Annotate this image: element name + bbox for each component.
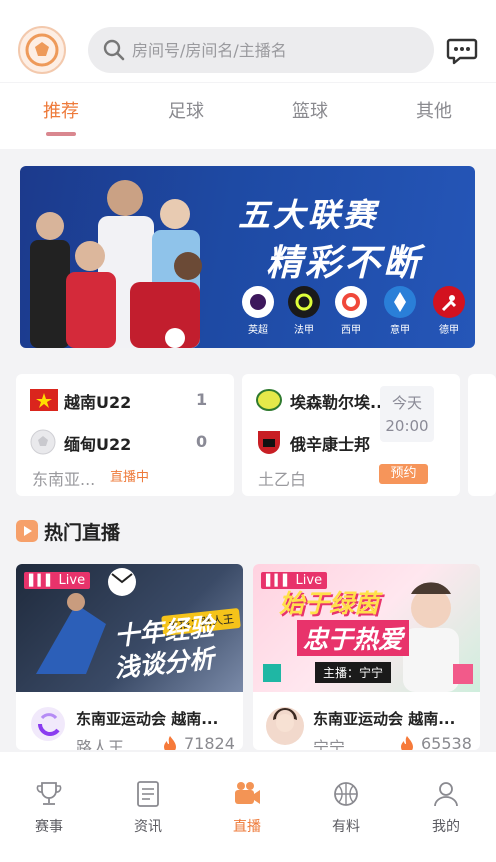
- live-status: 直播中: [110, 470, 150, 485]
- nav-label: 有料: [332, 819, 360, 835]
- thumb-text-line2: 忠于热爱: [297, 620, 410, 656]
- league-laliga[interactable]: 西甲: [329, 286, 373, 336]
- video-play-icon: [16, 520, 38, 542]
- match-league: 土乙白: [258, 470, 307, 489]
- match-time-box: 今天 20:00: [380, 386, 434, 442]
- league-seriea[interactable]: 意甲: [378, 286, 422, 336]
- match-time: 20:00: [385, 417, 429, 435]
- host-tag: 主播：宁宁: [315, 662, 392, 683]
- nav-live[interactable]: 直播: [212, 780, 282, 836]
- stream-card[interactable]: 主播：路人王 十年经验 浅谈分析 ▌▍▌ Live 东南亚运动会 越南... 路…: [16, 564, 243, 750]
- video-camera-icon: [235, 782, 260, 804]
- league-label: 意甲: [390, 325, 410, 336]
- fire-icon: [401, 736, 413, 750]
- nav-label: 赛事: [35, 819, 63, 835]
- vietnam-flag-icon: [30, 389, 58, 411]
- home-score: 1: [196, 390, 208, 409]
- live-label: Live: [58, 573, 86, 588]
- team-crest-icon: [258, 431, 280, 454]
- team-placeholder-icon: [30, 429, 56, 455]
- search-bar[interactable]: [88, 27, 434, 73]
- live-bars-icon: ▌▍▌: [266, 574, 292, 587]
- stream-title: 东南亚运动会 越南...: [313, 710, 456, 728]
- active-tab-indicator: [46, 132, 76, 136]
- viewer-count: 65538: [421, 734, 472, 750]
- user-icon: [434, 782, 458, 807]
- home-team: 埃森勒尔埃...: [290, 393, 389, 412]
- nav-news[interactable]: 资讯: [113, 780, 183, 836]
- live-badge: ▌▍▌ Live: [24, 572, 91, 589]
- match-day: 今天: [391, 394, 422, 412]
- basketball-icon: [334, 782, 358, 806]
- nav-insights[interactable]: 有料: [311, 780, 381, 836]
- app-logo-icon[interactable]: [18, 26, 66, 74]
- streamer-name: 路人王: [76, 738, 125, 750]
- players-image: [30, 180, 202, 348]
- nav-profile[interactable]: 我的: [411, 780, 481, 836]
- bottom-nav: 赛事 资讯 直播 有料 我的: [0, 752, 496, 862]
- live-label: Live: [295, 573, 323, 588]
- tab-football[interactable]: 足球: [141, 97, 231, 123]
- streamer-name: 宁宁: [313, 738, 346, 750]
- fire-icon: [164, 736, 176, 750]
- away-score: 0: [196, 432, 208, 451]
- league-label: 英超: [248, 325, 268, 336]
- nav-label: 直播: [233, 819, 261, 835]
- league-label: 德甲: [439, 325, 459, 336]
- section-title: 热门直播: [44, 522, 121, 544]
- nav-label: 我的: [432, 819, 460, 835]
- reserve-button[interactable]: 预约: [379, 464, 428, 484]
- match-league: 东南亚...: [32, 470, 96, 489]
- nav-events[interactable]: 赛事: [14, 780, 84, 836]
- banner-title-line2: 精彩不断: [266, 243, 423, 284]
- stream-card[interactable]: 始于绿茵 忠于热爱 主播：宁宁 ▌▍▌ Live 东南亚运动会 越南... 宁宁…: [253, 564, 480, 750]
- news-icon: [137, 781, 159, 807]
- nav-label: 资讯: [134, 819, 162, 835]
- trophy-icon: [36, 782, 62, 805]
- tab-recommended[interactable]: 推荐: [16, 97, 106, 123]
- team-crest-icon: [256, 389, 282, 411]
- stream-title: 东南亚运动会 越南...: [76, 710, 219, 728]
- league-ligue1[interactable]: 法甲: [282, 286, 326, 336]
- match-card-partial[interactable]: [468, 374, 496, 496]
- search-input[interactable]: [132, 27, 422, 73]
- league-label: 法甲: [294, 325, 314, 336]
- match-card[interactable]: 越南U22 1 缅甸U22 0 东南亚... 直播中: [16, 374, 234, 496]
- tab-other[interactable]: 其他: [389, 97, 479, 123]
- away-team: 俄辛康士邦: [290, 435, 371, 454]
- laliga-icon: [335, 286, 367, 318]
- league-premier[interactable]: 英超: [236, 286, 280, 336]
- promo-banner[interactable]: 五大联赛 精彩不断 英超 法甲 西甲 意甲 德甲: [20, 166, 475, 348]
- live-bars-icon: ▌▍▌: [29, 574, 55, 587]
- away-team: 缅甸U22: [64, 435, 132, 454]
- ligue1-icon: [288, 286, 320, 318]
- search-icon: [103, 39, 125, 61]
- streamer-avatar[interactable]: [30, 706, 66, 742]
- viewer-count: 71824: [184, 734, 235, 750]
- seriea-icon: [384, 286, 416, 318]
- premier-league-icon: [242, 286, 274, 318]
- thumb-text-line1: 始于绿茵: [279, 589, 380, 618]
- league-label: 西甲: [341, 325, 361, 336]
- match-card[interactable]: 埃森勒尔埃... 俄辛康士邦 今天 20:00 土乙白 预约: [242, 374, 460, 496]
- live-badge: ▌▍▌ Live: [261, 572, 328, 589]
- message-icon[interactable]: [446, 34, 478, 66]
- league-bundesliga[interactable]: 德甲: [427, 286, 471, 336]
- home-team: 越南U22: [64, 393, 132, 412]
- bundesliga-icon: [433, 286, 465, 318]
- tab-basketball[interactable]: 篮球: [265, 97, 355, 123]
- banner-title-line1: 五大联赛: [238, 196, 379, 234]
- category-tabs: 推荐 足球 篮球 其他: [0, 83, 496, 149]
- streamer-avatar[interactable]: [265, 706, 305, 746]
